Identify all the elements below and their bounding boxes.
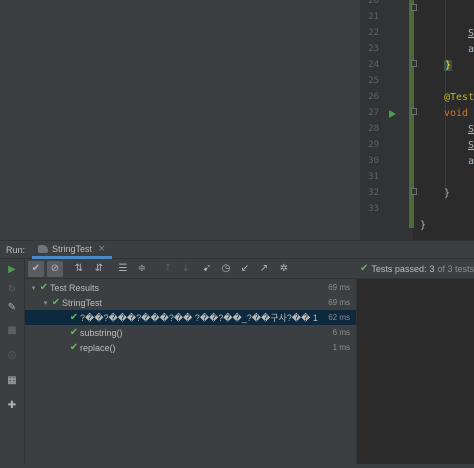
prev-fail-icon[interactable]: ↑	[161, 262, 175, 276]
show-passed-icon[interactable]: ✔	[28, 261, 44, 277]
code-brace: }	[420, 220, 427, 231]
fold-marker-icon[interactable]	[411, 188, 417, 195]
tree-item-label: replace()	[80, 342, 116, 353]
duration: 1 ms	[332, 343, 350, 352]
tree-row-test[interactable]: ✔ replace() 1 ms	[25, 340, 356, 355]
line-number: 26	[368, 92, 379, 102]
export-icon[interactable]: ↙	[238, 262, 252, 276]
run-test-gutter-icon[interactable]	[389, 110, 396, 118]
code-token: S	[468, 28, 474, 39]
tab-title: StringTest	[52, 243, 93, 254]
code-token: a	[468, 156, 474, 167]
tab-string-test[interactable]: StringTest ×	[32, 241, 112, 259]
code-token: a	[468, 44, 474, 55]
editor-gutter: 20 21 22 23 24 25 26 27 28 29 30 31 32 3…	[361, 0, 417, 240]
layout-icon[interactable]: ▦	[5, 374, 19, 388]
next-fail-icon[interactable]: ↓	[179, 262, 193, 276]
line-number: 32	[368, 188, 379, 198]
line-number: 27	[368, 108, 379, 118]
duration: 69 ms	[328, 283, 350, 292]
console-output[interactable]	[356, 279, 474, 468]
expand-all-icon[interactable]: ☰	[116, 262, 130, 276]
line-number: 30	[368, 156, 379, 166]
tree-item-label: Test Results	[50, 282, 100, 293]
passed-check-icon: ✔	[360, 263, 369, 274]
code-annotation: @Test	[444, 92, 474, 103]
run-side-toolbar: ▶ ↻ ✎ ■ ◎ ▦ ✚	[0, 259, 25, 468]
view-breakpoints-icon[interactable]: ◎	[5, 349, 19, 363]
status-of-text: of 3 tests	[437, 263, 474, 274]
code-editor[interactable]: 20 21 22 23 24 25 26 27 28 29 30 31 32 3…	[360, 0, 474, 240]
show-ignored-icon[interactable]: ⊘	[47, 261, 63, 277]
line-number: 24	[368, 60, 379, 70]
passed-check-icon: ✔	[51, 297, 61, 308]
open-external-icon[interactable]: ↗	[257, 262, 271, 276]
tree-row-test-results[interactable]: ▾ ✔ Test Results 69 ms	[25, 280, 356, 295]
status-text: Tests passed:	[371, 263, 427, 274]
duration: 62 ms	[328, 313, 350, 322]
collapse-all-icon[interactable]: ≑	[135, 262, 149, 276]
line-number: 21	[368, 12, 379, 22]
line-number: 23	[368, 44, 379, 54]
tree-item-label: ?��?���?���?�� ?��?��_?��구사?�� 1	[80, 313, 318, 323]
pin-icon[interactable]: ✚	[5, 399, 19, 413]
passed-check-icon: ✔	[69, 327, 79, 338]
stop-icon[interactable]: ■	[5, 324, 19, 338]
code-token: S	[468, 124, 474, 135]
sort-duration-icon[interactable]: ⇵	[92, 262, 106, 276]
fold-marker-icon[interactable]	[411, 108, 417, 115]
run-label: Run:	[6, 245, 26, 255]
line-number: 33	[368, 204, 379, 214]
empty-editor-pane	[0, 0, 360, 240]
tree-row-suite[interactable]: ▾ ✔ StringTest 69 ms	[25, 295, 356, 310]
tree-item-label: substring()	[80, 327, 123, 338]
expand-arrow-icon[interactable]: ▾	[41, 299, 50, 307]
test-runner-toolbar: ✔ ⊘ ⇅ ⇵ ☰ ≑ ↑ ↓ ➹ ◷ ↙ ↗ ✲ ✔ Tests passed…	[25, 259, 474, 279]
import-tests-icon[interactable]: ➹	[200, 262, 214, 276]
history-icon[interactable]: ◷	[219, 262, 233, 276]
code-brace: }	[444, 60, 453, 71]
duration: 69 ms	[328, 298, 350, 307]
sort-alpha-icon[interactable]: ⇅	[72, 262, 86, 276]
status-passed-count: 3	[429, 263, 435, 274]
code-brace: }	[444, 188, 451, 199]
expand-arrow-icon[interactable]: ▾	[29, 284, 38, 292]
passed-check-icon: ✔	[69, 312, 79, 323]
fold-marker-icon[interactable]	[411, 60, 417, 67]
code-token: S	[468, 140, 474, 151]
run-tool-window-header: Run: StringTest ×	[0, 240, 474, 259]
rerun-icon[interactable]: ▶	[5, 263, 19, 277]
line-number: 31	[368, 172, 379, 182]
tree-row-test[interactable]: ✔ ?��?���?���?�� ?��?��_?��구사?�� 1 62 ms	[25, 310, 356, 325]
rerun-failed-icon[interactable]: ↻	[5, 283, 19, 297]
line-number: 28	[368, 124, 379, 134]
fold-marker-icon[interactable]	[411, 4, 417, 11]
settings-wrench-icon[interactable]: ✎	[5, 301, 19, 315]
tree-item-label: StringTest	[62, 297, 103, 308]
tree-row-test[interactable]: ✔ substring() 6 ms	[25, 325, 356, 340]
close-tab-icon[interactable]: ×	[98, 244, 106, 254]
test-results-tree[interactable]: ▾ ✔ Test Results 69 ms ▾ ✔ StringTest 69…	[25, 279, 356, 468]
status-bar-edge	[0, 464, 474, 468]
duration: 6 ms	[332, 328, 350, 337]
passed-check-icon: ✔	[39, 282, 49, 293]
passed-check-icon: ✔	[69, 342, 79, 353]
line-number: 29	[368, 140, 379, 150]
line-number: 22	[368, 28, 379, 38]
line-number: 20	[368, 0, 379, 6]
test-config-icon	[38, 244, 48, 253]
gear-icon[interactable]: ✲	[277, 262, 291, 276]
test-status: ✔ Tests passed: 3 of 3 tests	[360, 263, 474, 274]
code-keyword: void	[444, 108, 469, 119]
line-number: 25	[368, 76, 379, 86]
